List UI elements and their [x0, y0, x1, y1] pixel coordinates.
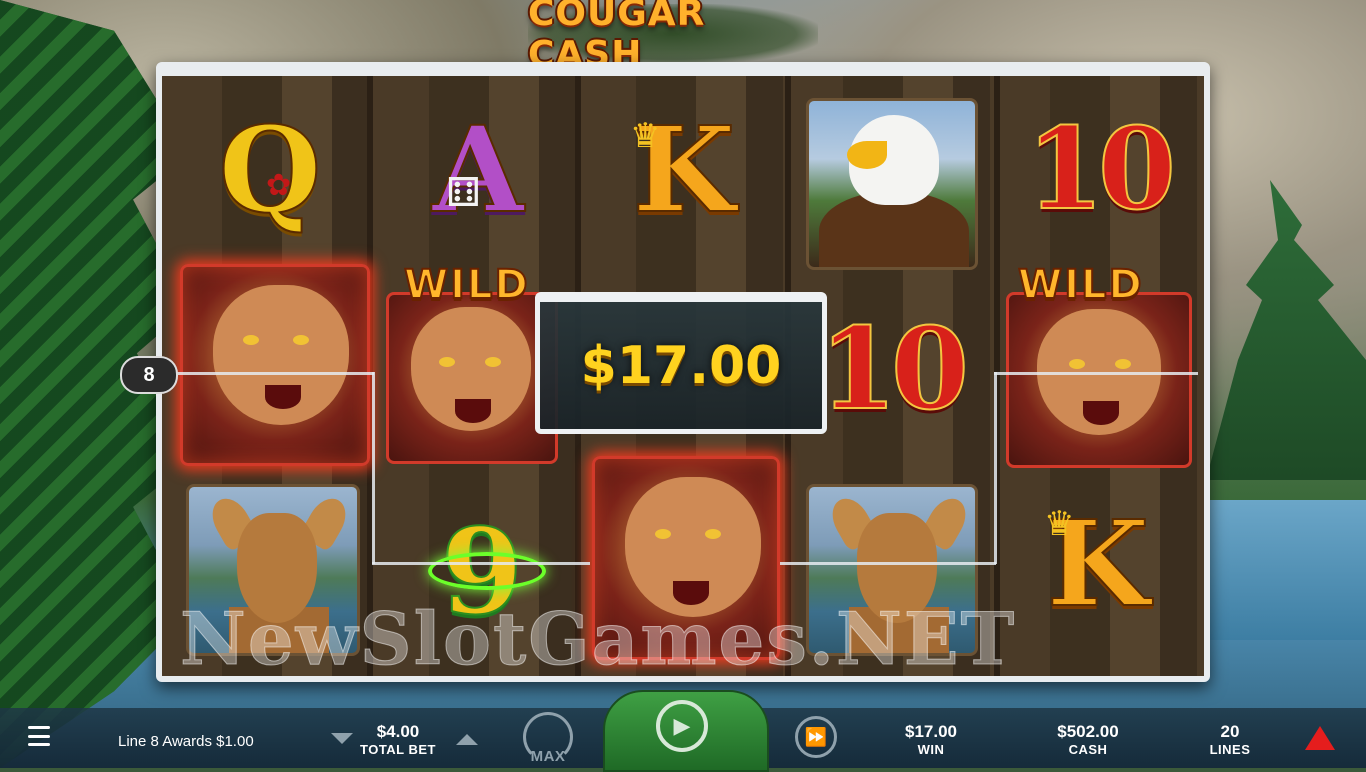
max-label: MAX	[530, 748, 566, 765]
symbol-ace: A ⚅	[380, 72, 576, 268]
win-value: $17.00	[905, 722, 957, 741]
wild-label: WILD	[1017, 261, 1144, 309]
crown-icon: ♛	[1044, 505, 1075, 543]
autoplay-icon[interactable]: ⏩	[795, 716, 837, 758]
max-bet-button[interactable]: MAX	[518, 748, 578, 765]
cougar-eye	[655, 529, 671, 539]
cougar-eye	[243, 335, 259, 345]
eagle-beak	[847, 141, 887, 169]
cougar-eye	[485, 357, 501, 367]
payline-segment	[174, 372, 374, 375]
symbol-wild-cougar	[1006, 292, 1192, 468]
cougar-eye	[1069, 359, 1085, 369]
river	[1196, 500, 1366, 640]
bet-increase-icon[interactable]	[456, 734, 478, 745]
ten-number: 10	[818, 304, 970, 435]
lines-label: LINES	[1209, 742, 1251, 757]
win-amount-popup: $17.00	[535, 292, 827, 434]
symbol-king: K ♛	[586, 72, 782, 268]
payline-segment	[994, 372, 997, 564]
menu-icon[interactable]	[28, 726, 50, 746]
cougar-mouth	[455, 399, 491, 423]
cash-value: $502.00	[1057, 722, 1119, 741]
symbol-eagle	[806, 98, 978, 270]
cougar-mouth	[265, 385, 301, 409]
cougar-eye	[293, 335, 309, 345]
win-label: WIN	[917, 742, 945, 757]
total-bet-display: $4.00 TOTAL BET	[356, 722, 440, 757]
total-bet-value: $4.00	[376, 722, 420, 741]
ten-number: 10	[1025, 104, 1177, 235]
payline-segment	[994, 372, 1198, 375]
symbol-cougar-win	[180, 264, 370, 466]
win-line-message: Line 8 Awards $1.00	[118, 733, 254, 750]
cash-display: $502.00 CASH	[1036, 722, 1140, 757]
watermark: NewSlotGames.NET	[179, 596, 1017, 682]
payline-segment	[372, 372, 375, 564]
cash-label: CASH	[1068, 742, 1108, 757]
payline-number-badge[interactable]: 8	[120, 356, 178, 394]
game-logo: COUGAR CASH	[528, 0, 818, 75]
cougar-mouth	[1083, 401, 1119, 425]
wild-label: WILD	[403, 261, 530, 309]
green-ring-icon	[428, 552, 546, 590]
total-bet-label: TOTAL BET	[360, 742, 436, 757]
symbol-wild-cougar	[386, 292, 558, 464]
cougar-eye	[439, 357, 455, 367]
brand-logo-icon	[1305, 726, 1335, 750]
payline-segment	[372, 562, 590, 565]
cougar-eye	[705, 529, 721, 539]
symbol-king: K ♛	[1000, 466, 1196, 662]
bet-decrease-icon[interactable]	[331, 733, 353, 744]
symbol-ten: 10	[1000, 72, 1196, 268]
lines-value: 20	[1220, 722, 1240, 741]
win-amount: $17.00	[580, 335, 782, 396]
payline-segment	[780, 562, 996, 565]
dice-icon: ⚅	[446, 171, 481, 215]
play-icon[interactable]: ▶	[656, 700, 708, 752]
symbol-queen: Q ✿	[172, 72, 368, 268]
win-display: $17.00 WIN	[884, 722, 978, 757]
crown-icon: ♛	[630, 117, 661, 155]
rose-icon: ✿	[266, 169, 292, 202]
lines-display: 20 LINES	[1200, 722, 1260, 757]
cougar-eye	[1115, 359, 1131, 369]
